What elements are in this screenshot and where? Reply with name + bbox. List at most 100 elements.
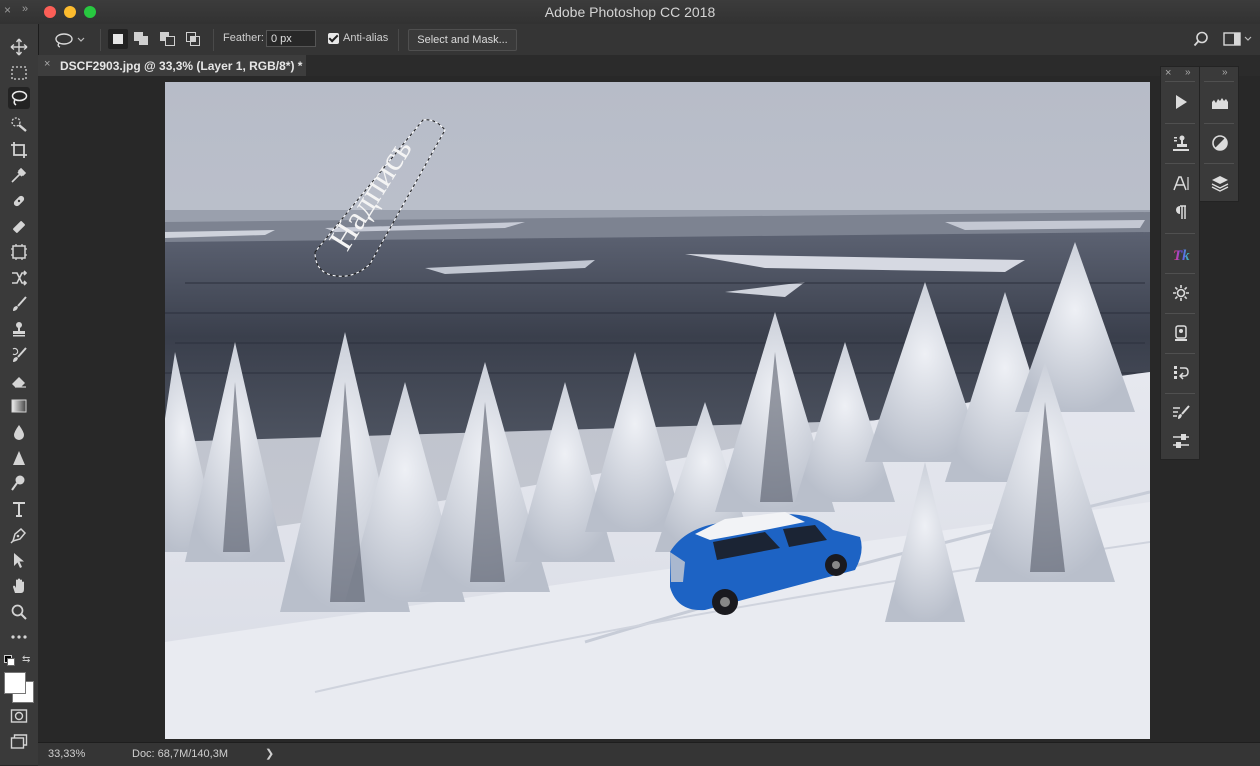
clone-source-panel-button[interactable]	[1170, 132, 1192, 154]
quick-selection-icon	[11, 117, 27, 132]
foreground-color-swatch[interactable]	[4, 672, 26, 694]
tab-strip	[306, 55, 1260, 76]
swap-colors-icon[interactable]: ⇆	[22, 654, 30, 665]
healing-brush-tool[interactable]	[8, 190, 30, 212]
layers-panel-button[interactable]	[1209, 172, 1231, 194]
tk-panel-button[interactable]: Tk	[1170, 243, 1192, 265]
dodge-tool[interactable]	[8, 472, 30, 494]
search-icon[interactable]	[1193, 31, 1209, 52]
anti-alias-checkbox[interactable]	[328, 33, 339, 44]
more-tools-button[interactable]	[8, 626, 30, 648]
crop-icon	[11, 142, 27, 158]
collapse-panel-icon[interactable]: »	[1222, 67, 1228, 78]
subtract-from-selection-button[interactable]	[160, 32, 176, 47]
content-aware-move-tool[interactable]	[8, 267, 30, 289]
brush-settings-panel-button[interactable]	[1170, 402, 1192, 424]
add-to-selection-button[interactable]	[134, 32, 150, 47]
character-panel-button[interactable]	[1170, 172, 1192, 194]
layers-icon	[1211, 176, 1229, 192]
adjustments-panel-button[interactable]	[1209, 132, 1231, 154]
history-panel-button[interactable]	[1170, 362, 1192, 384]
content-aware-move-icon	[12, 270, 28, 286]
feather-label: Feather:	[223, 32, 264, 44]
brush-tool[interactable]	[8, 293, 30, 315]
document-size: Doc: 68,7M/140,3M	[132, 748, 228, 760]
close-document-icon[interactable]: ×	[44, 58, 50, 70]
tool-presets-panel-button[interactable]	[1170, 430, 1192, 452]
document-canvas[interactable]: Надпись	[165, 82, 1150, 739]
sharpen-icon	[13, 451, 25, 465]
screen-mode-button[interactable]	[8, 731, 30, 753]
type-tool[interactable]	[8, 498, 30, 520]
dodge-icon	[11, 475, 25, 491]
device-preview-panel-button[interactable]	[1170, 322, 1192, 344]
crop-tool[interactable]	[8, 139, 30, 161]
feather-input[interactable]	[266, 30, 316, 47]
intersect-selection-button[interactable]	[186, 32, 202, 47]
brush-icon	[13, 296, 27, 311]
eraser-tool[interactable]	[8, 370, 30, 392]
right-panel-dock-secondary: »	[1199, 66, 1239, 202]
zoom-icon	[11, 604, 27, 620]
clone-stamp-tool[interactable]	[8, 318, 30, 340]
tk-plugin-icon: Tk	[1173, 248, 1190, 263]
more-tools-icon	[11, 635, 27, 639]
quick-mask-button[interactable]	[8, 705, 30, 727]
type-icon	[13, 502, 25, 517]
blur-icon	[14, 425, 24, 440]
gradient-icon	[11, 399, 27, 413]
brush-settings-icon	[1173, 405, 1190, 419]
status-bar: 33,33% Doc: 68,7M/140,3M ❯	[38, 742, 1260, 766]
adjustments-icon	[1212, 135, 1228, 151]
new-selection-button[interactable]	[108, 29, 128, 49]
document-tab[interactable]: × DSCF2903.jpg @ 33,3% (Layer 1, RGB/8*)…	[38, 55, 307, 76]
character-icon	[1173, 176, 1189, 191]
zoom-tool[interactable]	[8, 601, 30, 623]
quick-selection-tool[interactable]	[8, 113, 30, 135]
marquee-icon	[11, 66, 27, 80]
default-colors-icon[interactable]	[4, 655, 15, 666]
collapse-panel-icon[interactable]: »	[1185, 67, 1191, 78]
workspace-icon	[1223, 32, 1241, 46]
tools-panel: ⇆	[0, 24, 39, 765]
path-selection-icon	[14, 553, 24, 568]
zoom-level[interactable]: 33,33%	[48, 748, 85, 760]
title-bar: × » Adobe Photoshop CC 2018	[0, 0, 1260, 25]
hand-icon	[13, 578, 24, 593]
path-selection-tool[interactable]	[8, 549, 30, 571]
actions-panel-button[interactable]	[1170, 91, 1192, 113]
hand-tool[interactable]	[8, 575, 30, 597]
eyedropper-icon	[11, 167, 27, 183]
select-and-mask-button[interactable]: Select and Mask...	[408, 29, 517, 51]
close-panel-icon[interactable]: ×	[1165, 67, 1171, 79]
paragraph-panel-button[interactable]	[1170, 201, 1192, 223]
status-menu-arrow-icon[interactable]: ❯	[265, 747, 274, 760]
pen-tool[interactable]	[8, 524, 30, 546]
device-preview-icon	[1175, 325, 1187, 341]
frame-icon	[11, 244, 27, 260]
lasso-icon	[55, 33, 73, 48]
clone-source-icon	[1173, 135, 1189, 151]
history-brush-tool[interactable]	[8, 344, 30, 366]
eyedropper-tool[interactable]	[8, 164, 30, 186]
move-tool[interactable]	[8, 36, 30, 58]
tool-preset-picker[interactable]	[54, 30, 88, 50]
anti-alias-label: Anti-alias	[343, 32, 389, 44]
patch-tool[interactable]	[8, 216, 30, 238]
settings-panel-button[interactable]	[1170, 282, 1192, 304]
clone-stamp-icon	[13, 322, 25, 337]
marquee-tool[interactable]	[8, 62, 30, 84]
tool-presets-icon	[1173, 434, 1189, 448]
workspace-switcher[interactable]	[1223, 31, 1252, 47]
frame-tool[interactable]	[8, 241, 30, 263]
sharpen-tool[interactable]	[8, 447, 30, 469]
histogram-icon	[1212, 98, 1228, 109]
histogram-panel-button[interactable]	[1209, 91, 1231, 113]
blur-tool[interactable]	[8, 421, 30, 443]
gradient-tool[interactable]	[8, 395, 30, 417]
svg-text:Tk: Tk	[1173, 248, 1190, 263]
right-panel-dock: × » Tk	[1160, 66, 1200, 460]
document-title: DSCF2903.jpg @ 33,3% (Layer 1, RGB/8*) *	[60, 59, 303, 73]
lasso-icon	[11, 90, 28, 106]
lasso-tool[interactable]	[8, 87, 30, 109]
